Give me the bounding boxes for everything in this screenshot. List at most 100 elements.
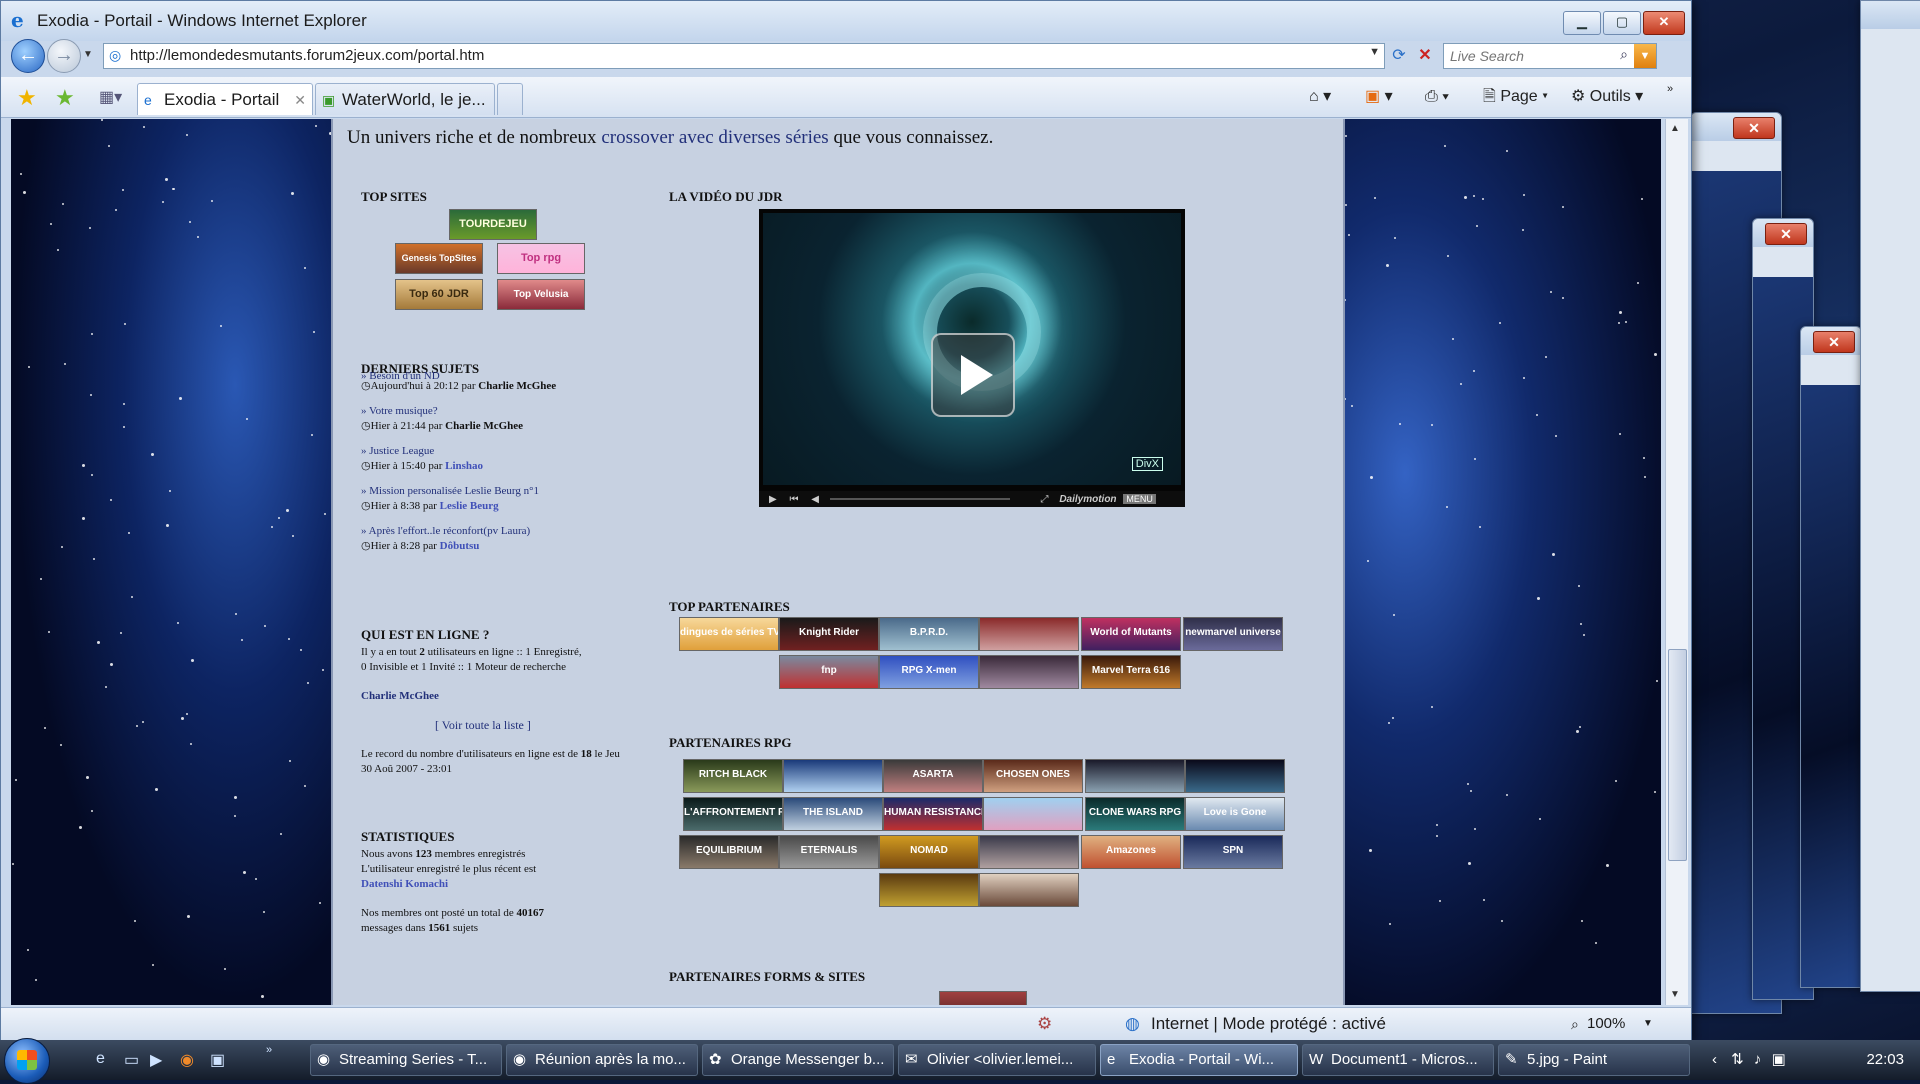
post-author[interactable]: Dôbutsu [440,540,480,552]
rpg-partner-banner[interactable] [1085,759,1185,793]
taskbar-item[interactable]: W Document1 - Micros... [1302,1044,1494,1076]
quick-launch-ie-icon[interactable]: e [96,1050,105,1068]
top-partner-banner[interactable]: dingues de séries TV [679,617,779,651]
search-icon[interactable]: ⌕ [1620,46,1628,63]
rpg-partner-banner[interactable]: ETERNALIS [779,835,879,869]
rpg-partner-banner[interactable] [783,759,883,793]
favorites-star-icon[interactable]: ★ [17,85,37,111]
banner-tourdejeu[interactable]: TOURDEJEU [449,209,537,240]
banner-top-velusia[interactable]: Top Velusia [497,279,585,310]
top-partner-banner[interactable]: Knight Rider [779,617,879,651]
top-partner-banner[interactable] [979,617,1079,651]
search-box[interactable]: ⌕ ▼ [1443,43,1657,69]
post-author[interactable]: Charlie McGhee [478,380,556,392]
minimize-button[interactable]: ▁ [1563,11,1601,35]
dailymotion-video-player[interactable]: DivX ▶ ⏮ ◀ ⤢ Dailymotion MENU [759,209,1185,507]
rpg-partner-banner[interactable]: SPN [1183,835,1283,869]
quick-launch-window-icon[interactable]: ▣ [210,1050,225,1070]
banner-genesis-topsites[interactable]: Genesis TopSites [395,243,483,274]
forum-partner-banner[interactable] [939,991,1027,1005]
quick-launch-overflow-icon[interactable]: » [266,1044,272,1056]
taskbar-item[interactable]: ◉ Streaming Series - T... [310,1044,502,1076]
maximize-button[interactable]: ▢ [1603,11,1641,35]
volume-icon[interactable]: ◀ [811,494,819,505]
address-url[interactable]: http://lemondedesmutants.forum2jeux.com/… [130,47,484,64]
tray-expand-icon[interactable]: ‹ [1712,1051,1717,1068]
tray-volume-icon[interactable]: ♪ [1754,1051,1762,1068]
chevron-down-icon[interactable]: ▼ [1369,46,1380,58]
zoom-level[interactable]: 100% [1587,1008,1625,1040]
scrollbar-thumb[interactable] [1668,649,1687,861]
skip-icon[interactable]: ⏮ [789,494,798,505]
close-icon[interactable]: ✕ [1733,117,1775,139]
close-icon[interactable]: ✕ [1765,223,1807,245]
security-zone[interactable]: Internet | Mode protégé : activé [1151,1008,1386,1040]
tray-app-icon[interactable]: ▣ [1772,1051,1786,1068]
page-menu[interactable]: 🗎 Page ▾ [1483,85,1548,109]
rpg-partner-banner[interactable]: L'AFFRONTEMENT FINAL [683,797,783,831]
rpg-partner-banner[interactable] [1185,759,1285,793]
start-button[interactable] [4,1038,50,1084]
latest-member[interactable]: Datenshi Komachi [361,877,621,892]
top-partner-banner[interactable]: World of Mutants [1081,617,1181,651]
top-partner-banner[interactable]: newmarvel universe [1183,617,1283,651]
taskbar-item[interactable]: ✿ Orange Messenger b... [702,1044,894,1076]
rpg-partner-banner[interactable]: CLONE WARS RPG [1085,797,1185,831]
taskbar-item[interactable]: ✎ 5.jpg - Paint [1498,1044,1690,1076]
title-bar[interactable]: e Exodia - Portail - Windows Internet Ex… [1,1,1691,41]
top-partner-banner[interactable]: RPG X-men [879,655,979,689]
rpg-partner-banner[interactable] [983,797,1083,831]
post-author[interactable]: Charlie McGhee [445,420,523,432]
top-partner-banner[interactable] [979,655,1079,689]
zoom-dropdown-icon[interactable]: ▼ [1643,1008,1653,1040]
tab-waterworld[interactable]: ▣ WaterWorld, le je... [315,83,495,115]
forward-button[interactable]: → [47,39,81,73]
dailymotion-brand[interactable]: Dailymotion [1059,494,1116,505]
rpg-partner-banner[interactable]: ASARTA [883,759,983,793]
top-partner-banner[interactable]: B.P.R.D. [879,617,979,651]
close-icon[interactable]: ✕ [1813,331,1855,353]
new-tab-button[interactable] [497,83,523,115]
post-title[interactable]: » Votre musique? [361,404,611,419]
search-input[interactable] [1448,45,1622,67]
rpg-partner-banner[interactable]: EQUILIBRIUM [679,835,779,869]
play-button[interactable] [931,333,1015,417]
crossover-link[interactable]: crossover avec diverses séries [601,127,828,148]
back-button[interactable]: ← [11,39,45,73]
fullscreen-icon[interactable]: ⤢ [1041,494,1049,505]
see-all-link[interactable]: [ Voir toute la liste ] [435,718,631,733]
recent-pages-dropdown-icon[interactable]: ▼ [83,49,93,60]
refresh-icon[interactable]: ⟳ [1389,45,1409,65]
address-bar[interactable]: ◎ http://lemondedesmutants.forum2jeux.co… [103,43,1385,69]
rpg-partner-banner[interactable]: NOMAD [879,835,979,869]
search-provider-dropdown[interactable]: ▼ [1634,44,1656,68]
tray-clock[interactable]: 22:03 [1866,1044,1904,1076]
rpg-partner-banner[interactable] [979,835,1079,869]
background-window-3[interactable]: ✕ [1800,326,1862,988]
tools-menu[interactable]: ⚙ Outils ▾ [1571,85,1643,109]
taskbar-item[interactable]: ✉ Olivier <olivier.lemei... [898,1044,1096,1076]
toolbar-overflow-icon[interactable]: » [1667,77,1673,101]
quick-launch-media-icon[interactable]: ▶ [150,1050,162,1070]
post-title[interactable]: » Justice League [361,444,611,459]
rpg-partner-banner[interactable] [879,873,979,907]
taskbar-item[interactable]: ◉ Réunion après la mo... [506,1044,698,1076]
top-partner-banner[interactable]: fnp [779,655,879,689]
online-user[interactable]: Charlie McGhee [361,689,631,704]
post-author[interactable]: Linshao [445,460,483,472]
tab-exodia-portail[interactable]: e Exodia - Portail ✕ [137,83,313,115]
page-scrollbar[interactable]: ▲ ▼ [1665,119,1688,1005]
rpg-partner-banner[interactable]: Love is Gone [1185,797,1285,831]
background-window-4[interactable] [1860,0,1920,992]
play-icon[interactable]: ▶ [769,494,777,505]
rpg-partner-banner[interactable]: RITCH BLACK [683,759,783,793]
progress-track[interactable] [829,498,1010,501]
home-icon[interactable]: ⌂ ▾ [1309,85,1331,109]
post-title[interactable]: » Besoin d'un ND [361,369,611,379]
post-title[interactable]: » Après l'effort..le réconfort(pv Laura) [361,524,611,539]
top-partner-banner[interactable]: Marvel Terra 616 [1081,655,1181,689]
banner-top-rpg[interactable]: Top rpg [497,243,585,274]
close-button[interactable]: ✕ [1643,11,1685,35]
scroll-down-icon[interactable]: ▼ [1670,989,1680,1000]
quick-tabs-icon[interactable]: ▦▾ [99,87,122,107]
